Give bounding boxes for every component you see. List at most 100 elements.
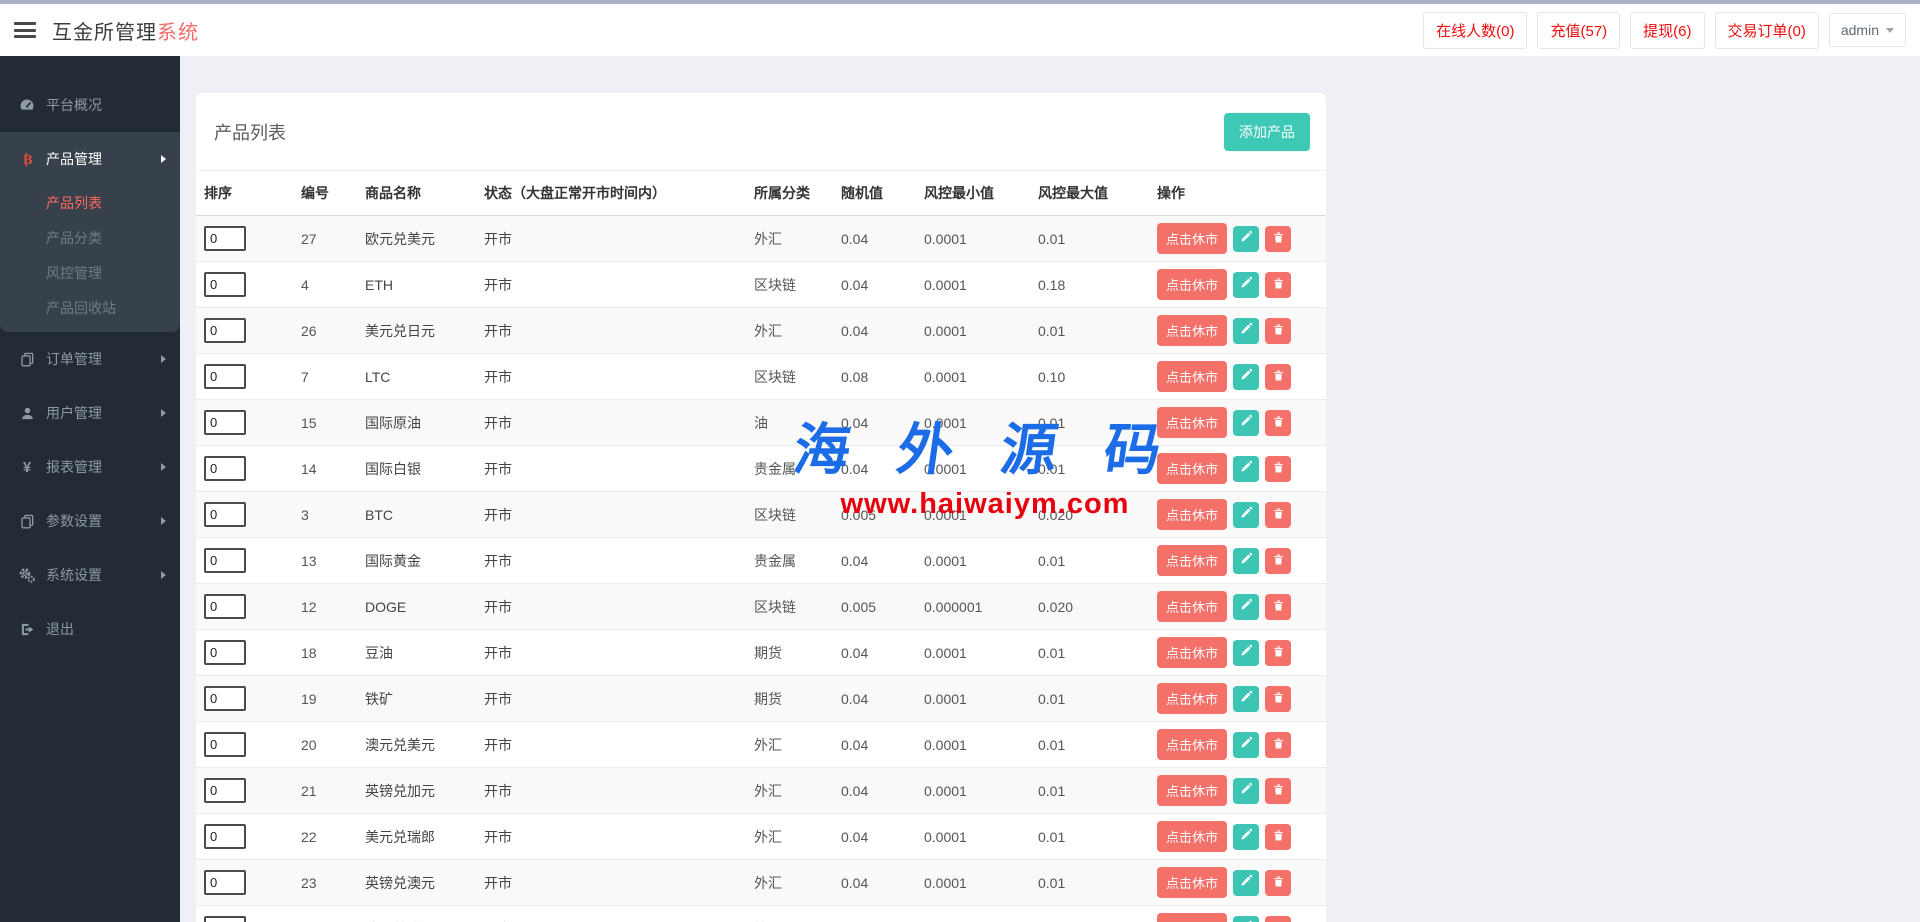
edit-button[interactable] — [1233, 639, 1260, 666]
sidebar-item-risk-management[interactable]: 风控管理 — [0, 256, 180, 291]
sort-order-input[interactable] — [204, 732, 246, 757]
delete-button[interactable] — [1265, 915, 1292, 922]
trade-orders-button[interactable]: 交易订单(0) — [1714, 11, 1819, 49]
edit-button[interactable] — [1233, 317, 1260, 344]
sidebar-item-system-settings[interactable]: 系统设置 — [0, 548, 180, 602]
delete-button[interactable] — [1265, 685, 1292, 712]
row-actions: 点击休市 — [1157, 591, 1322, 622]
sort-order-input[interactable] — [204, 456, 246, 481]
chevron-right-icon — [161, 155, 166, 163]
close-market-button[interactable]: 点击休市 — [1157, 223, 1228, 254]
edit-button[interactable] — [1233, 685, 1260, 712]
delete-button[interactable] — [1265, 271, 1292, 298]
sort-order-input[interactable] — [204, 640, 246, 665]
sidebar-item-logout[interactable]: 退出 — [0, 602, 180, 656]
sidebar-item-product-list[interactable]: 产品列表 — [0, 186, 180, 221]
close-market-button[interactable]: 点击休市 — [1157, 361, 1228, 392]
close-market-button[interactable]: 点击休市 — [1157, 683, 1228, 714]
random-value-cell: 0.04 — [841, 552, 869, 569]
product-name-cell: 欧元兑美元 — [365, 230, 435, 247]
delete-button[interactable] — [1265, 455, 1292, 482]
close-market-button[interactable]: 点击休市 — [1157, 775, 1228, 806]
product-category-cell: 外汇 — [754, 828, 782, 845]
edit-button[interactable] — [1233, 271, 1260, 298]
online-users-button[interactable]: 在线人数(0) — [1423, 11, 1528, 49]
pencil-icon — [1239, 322, 1253, 339]
sort-order-input[interactable] — [204, 318, 246, 343]
sort-order-input[interactable] — [204, 548, 246, 573]
delete-button[interactable] — [1265, 823, 1292, 850]
edit-button[interactable] — [1233, 501, 1260, 528]
sidebar-item-parameter-settings[interactable]: 参数设置 — [0, 494, 180, 548]
close-market-button[interactable]: 点击休市 — [1157, 729, 1228, 760]
delete-button[interactable] — [1265, 593, 1292, 620]
close-market-button[interactable]: 点击休市 — [1157, 407, 1228, 438]
edit-button[interactable] — [1233, 547, 1260, 574]
delete-button[interactable] — [1265, 777, 1292, 804]
edit-button[interactable] — [1233, 731, 1260, 758]
withdraw-button[interactable]: 提现(6) — [1630, 11, 1705, 49]
edit-button[interactable] — [1233, 823, 1260, 850]
edit-button[interactable] — [1233, 363, 1260, 390]
admin-user-menu[interactable]: admin — [1828, 13, 1906, 47]
product-id-cell: 12 — [301, 598, 317, 615]
close-market-button[interactable]: 点击休市 — [1157, 821, 1228, 852]
sidebar-item-platform-overview[interactable]: 平台概况 — [0, 78, 180, 132]
close-market-button[interactable]: 点击休市 — [1157, 545, 1228, 576]
recharge-button[interactable]: 充值(57) — [1537, 11, 1621, 49]
sidebar-item-product-recycle[interactable]: 产品回收站 — [0, 291, 180, 326]
sort-order-input[interactable] — [204, 916, 246, 922]
close-market-button[interactable]: 点击休市 — [1157, 637, 1228, 668]
delete-button[interactable] — [1265, 639, 1292, 666]
risk-min-cell: 0.0001 — [924, 322, 967, 339]
delete-button[interactable] — [1265, 317, 1292, 344]
close-market-button[interactable]: 点击休市 — [1157, 269, 1228, 300]
close-market-button[interactable]: 点击休市 — [1157, 453, 1228, 484]
table-row: 18 豆油 开市 期货 0.04 0.0001 0.01 点击休市 — [196, 629, 1326, 676]
risk-min-cell: 0.0001 — [924, 552, 967, 569]
close-market-button[interactable]: 点击休市 — [1157, 867, 1228, 898]
trash-icon — [1272, 691, 1285, 707]
user-icon — [18, 405, 36, 421]
delete-button[interactable] — [1265, 731, 1292, 758]
add-product-button[interactable]: 添加产品 — [1224, 113, 1310, 151]
sort-order-input[interactable] — [204, 870, 246, 895]
sort-order-input[interactable] — [204, 502, 246, 527]
delete-button[interactable] — [1265, 501, 1292, 528]
close-market-button[interactable]: 点击休市 — [1157, 591, 1228, 622]
sidebar-item-report-management[interactable]: ¥ 报表管理 — [0, 440, 180, 494]
edit-button[interactable] — [1233, 225, 1260, 252]
delete-button[interactable] — [1265, 363, 1292, 390]
hamburger-menu-icon[interactable] — [14, 22, 36, 38]
edit-button[interactable] — [1233, 409, 1260, 436]
close-market-button[interactable]: 点击休市 — [1157, 315, 1228, 346]
svg-text:B: B — [22, 152, 32, 166]
edit-button[interactable] — [1233, 869, 1260, 896]
product-name-cell: 澳元兑欧元 — [357, 906, 476, 922]
sidebar-item-order-management[interactable]: 订单管理 — [0, 332, 180, 386]
random-value-cell: 0.04 — [841, 828, 869, 845]
delete-button[interactable] — [1265, 409, 1292, 436]
sort-order-input[interactable] — [204, 778, 246, 803]
sort-order-input[interactable] — [204, 686, 246, 711]
sidebar-item-product-management[interactable]: B 产品管理 — [0, 132, 180, 186]
risk-max-cell: 0.020 — [1038, 506, 1074, 523]
sidebar-item-product-category[interactable]: 产品分类 — [0, 221, 180, 256]
sort-order-input[interactable] — [204, 226, 246, 251]
random-value-cell: 0.04 — [841, 644, 869, 661]
close-market-button[interactable]: 点击休市 — [1157, 913, 1228, 922]
sort-order-input[interactable] — [204, 824, 246, 849]
sort-order-input[interactable] — [204, 272, 246, 297]
delete-button[interactable] — [1265, 547, 1292, 574]
sort-order-input[interactable] — [204, 364, 246, 389]
sidebar-item-user-management[interactable]: 用户管理 — [0, 386, 180, 440]
close-market-button[interactable]: 点击休市 — [1157, 499, 1228, 530]
sort-order-input[interactable] — [204, 594, 246, 619]
delete-button[interactable] — [1265, 225, 1292, 252]
delete-button[interactable] — [1265, 869, 1292, 896]
edit-button[interactable] — [1233, 777, 1260, 804]
edit-button[interactable] — [1233, 455, 1260, 482]
edit-button[interactable] — [1233, 593, 1260, 620]
edit-button[interactable] — [1233, 915, 1260, 922]
sort-order-input[interactable] — [204, 410, 246, 435]
